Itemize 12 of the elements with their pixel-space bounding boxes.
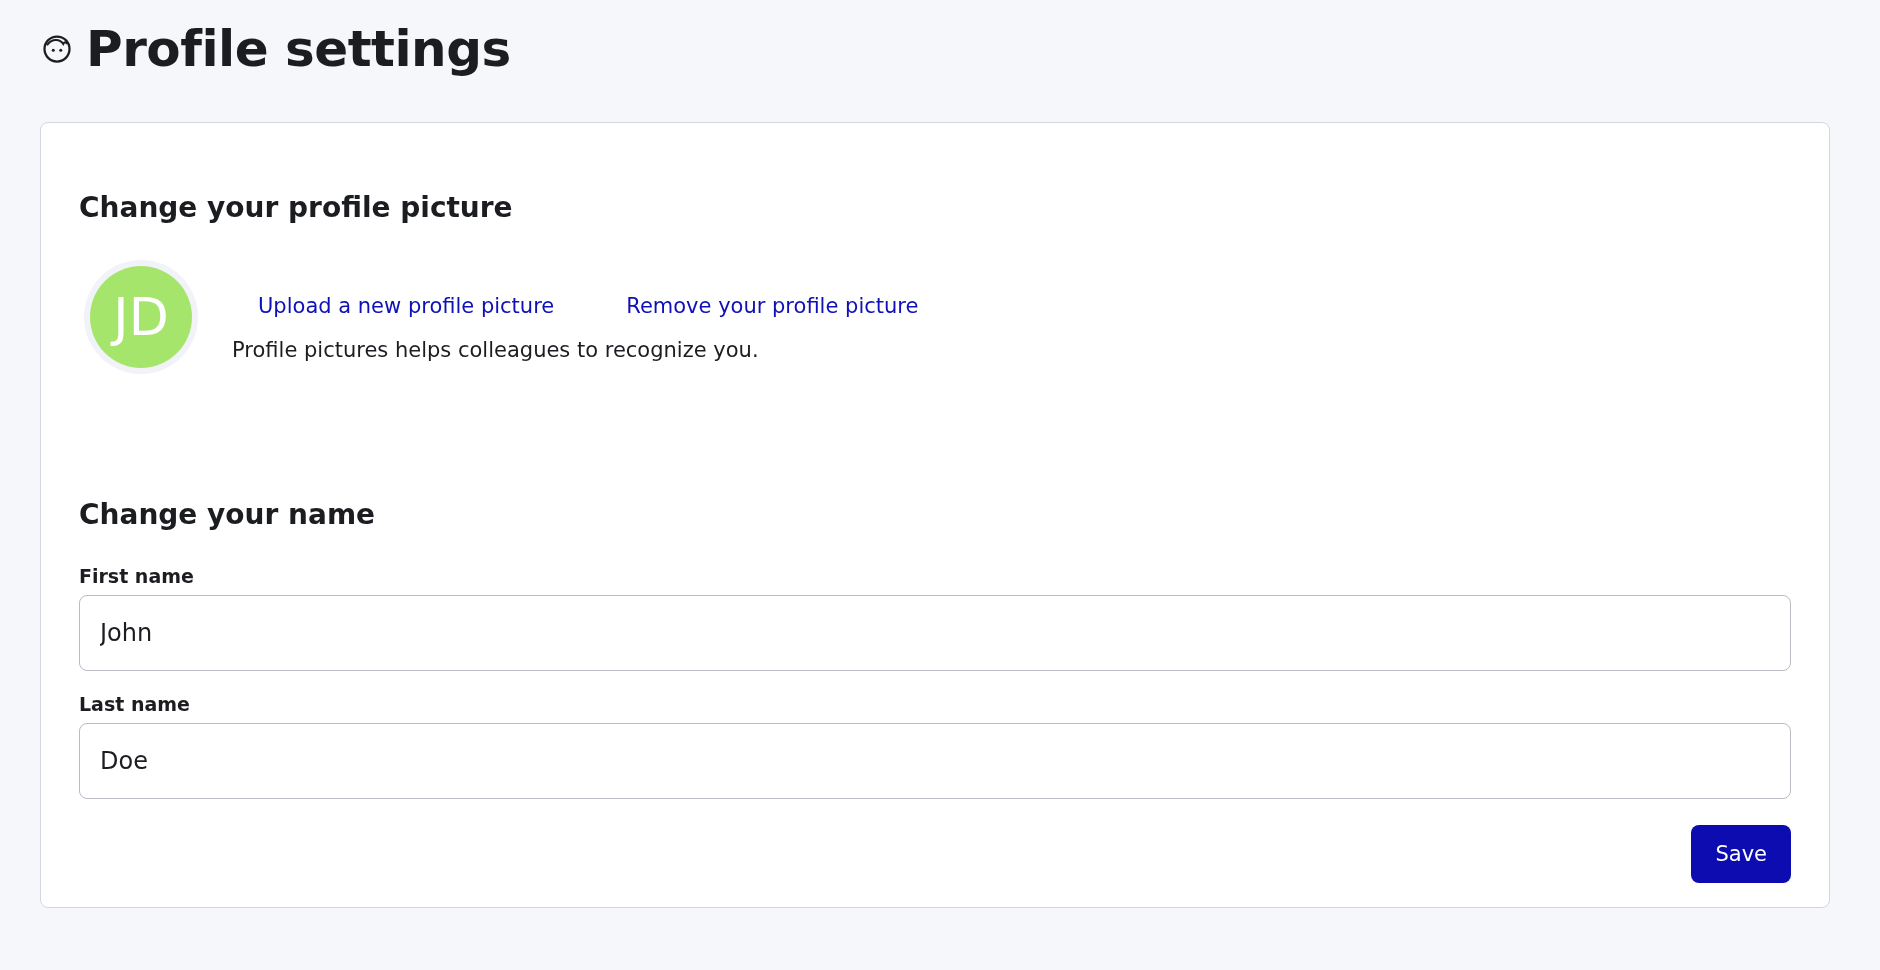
field-label: First name bbox=[79, 565, 195, 587]
field-label: Last name bbox=[79, 693, 191, 715]
avatar-initials: JD bbox=[90, 266, 192, 368]
section-heading: Change your name bbox=[79, 498, 377, 531]
profile-picture-link[interactable]: Upload a new profile picture bbox=[258, 294, 555, 318]
page-title: Profile settings bbox=[86, 20, 511, 78]
save-button[interactable]: Save bbox=[1691, 825, 1791, 883]
input-field[interactable]: Doe bbox=[79, 723, 1791, 799]
section-heading: Change your profile picture bbox=[79, 191, 514, 224]
face-icon bbox=[42, 34, 72, 64]
profile-picture-link[interactable]: Remove your profile picture bbox=[626, 294, 919, 318]
description-text: Profile pictures helps colleagues to recognize you. bbox=[232, 338, 760, 362]
